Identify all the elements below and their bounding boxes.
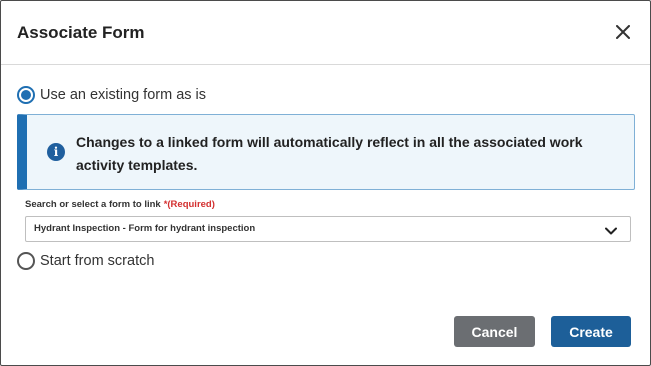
form-select-label: Search or select a form to link *(Require… [25, 199, 215, 210]
option-start-from-scratch-label: Start from scratch [40, 253, 155, 269]
info-banner-text: Changes to a linked form will automatica… [76, 134, 583, 173]
form-select-dropdown[interactable]: Hydrant Inspection - Form for hydrant in… [25, 216, 631, 242]
close-icon [616, 24, 630, 44]
associate-form-dialog: Associate Form Use an existing form as i… [0, 0, 651, 366]
required-indicator: *(Required) [163, 199, 215, 210]
option-existing-form-label: Use an existing form as is [40, 87, 207, 103]
form-select-value: Hydrant Inspection - Form for hydrant in… [34, 223, 256, 234]
dialog-title: Associate Form [17, 23, 145, 42]
cancel-button[interactable]: Cancel [454, 316, 535, 347]
info-icon: i [47, 143, 65, 161]
form-select-label-text: Search or select a form to link [25, 199, 161, 210]
create-button[interactable]: Create [551, 316, 631, 347]
option-existing-form[interactable]: Use an existing form as is [17, 86, 206, 104]
chevron-down-icon[interactable] [605, 224, 617, 236]
option-start-from-scratch[interactable]: Start from scratch [17, 252, 154, 270]
info-banner: i Changes to a linked form will automati… [17, 114, 635, 190]
dialog-header: Associate Form [1, 1, 650, 65]
radio-existing-form[interactable] [17, 86, 35, 104]
close-button[interactable] [610, 21, 636, 47]
radio-start-from-scratch[interactable] [17, 252, 35, 270]
